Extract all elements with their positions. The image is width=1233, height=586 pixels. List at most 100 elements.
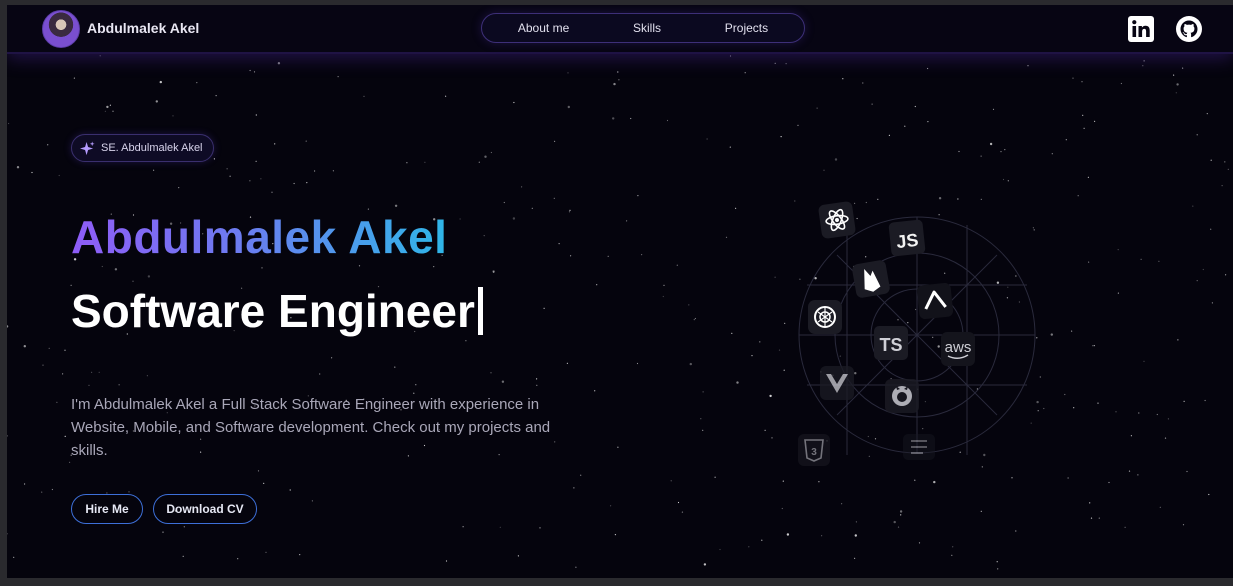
nav-link-skills[interactable]: Skills [623,17,671,39]
star [118,384,120,386]
star [112,110,114,112]
star [1196,134,1198,136]
star [501,380,505,383]
star [146,375,148,377]
star [1182,524,1185,526]
star [670,480,672,482]
star [904,125,906,127]
star [719,548,721,551]
star [478,161,480,163]
star [31,171,33,174]
star [1224,161,1226,163]
star [693,319,695,321]
hire-me-button[interactable]: Hire Me [71,494,143,524]
star [24,483,26,485]
star [483,235,485,237]
star [91,371,93,373]
svg-text:3: 3 [811,447,817,458]
star [694,317,697,320]
star [64,349,66,351]
star [736,381,739,384]
star [462,526,464,528]
star [1065,139,1067,141]
star [1064,393,1066,396]
avatar[interactable] [42,10,80,48]
star [997,568,999,570]
star [311,500,313,502]
badge-label: SE. Abdulmalek Akel [101,142,203,154]
star [1094,120,1096,122]
star [394,366,396,368]
star [774,62,776,64]
star [700,418,702,420]
star [614,534,617,536]
hero-role: Software Engineer [71,284,483,338]
star [1000,151,1002,153]
star [182,555,184,557]
star [689,362,692,366]
star [459,218,461,220]
star [618,79,620,81]
star [1050,333,1054,336]
star [406,162,408,164]
star [1071,330,1073,332]
linkedin-icon[interactable] [1127,15,1155,43]
star [1202,268,1204,271]
star [677,501,680,504]
star [1004,149,1006,151]
star [914,105,916,108]
star [299,554,301,556]
star [253,71,256,73]
star [841,503,843,505]
download-cv-button[interactable]: Download CV [153,494,257,524]
star [48,347,50,349]
star [183,526,185,528]
star [415,384,417,386]
star [539,527,541,529]
star [226,168,228,170]
typing-cursor [477,287,483,335]
star [1027,65,1029,67]
star [759,341,761,343]
hero-name: Abdulmalek Akel [71,211,448,263]
star [319,373,321,375]
star [958,150,960,153]
star [261,267,263,269]
star [363,95,365,97]
star [1143,60,1145,62]
star [735,207,737,209]
nav-link-projects[interactable]: Projects [715,17,778,39]
star [1015,530,1017,532]
star [1210,159,1212,161]
star [23,345,26,348]
star [782,480,784,482]
star [1077,195,1079,197]
star [637,195,639,197]
nav-link-about[interactable]: About me [508,17,579,39]
star [1204,399,1206,402]
star [797,124,799,126]
intro-paragraph: I'm Abdulmalek Akel a Full Stack Softwar… [71,396,551,459]
star [1002,178,1005,181]
star [1011,477,1013,479]
star [128,491,130,493]
star [1067,477,1069,479]
star [1177,339,1179,341]
css3-icon: 3 [798,434,830,466]
star [636,362,639,365]
brand-name[interactable]: Abdulmalek Akel [87,20,199,36]
star [854,557,856,559]
star [1138,412,1140,414]
star [681,511,684,513]
star [816,107,818,109]
star [159,80,162,84]
star [1124,526,1126,528]
github-icon[interactable] [1175,15,1203,43]
star [862,82,864,84]
vue-icon [820,366,854,400]
star [897,526,900,528]
star [196,82,198,84]
star [1072,77,1074,79]
star [854,534,857,537]
star [1140,258,1142,260]
